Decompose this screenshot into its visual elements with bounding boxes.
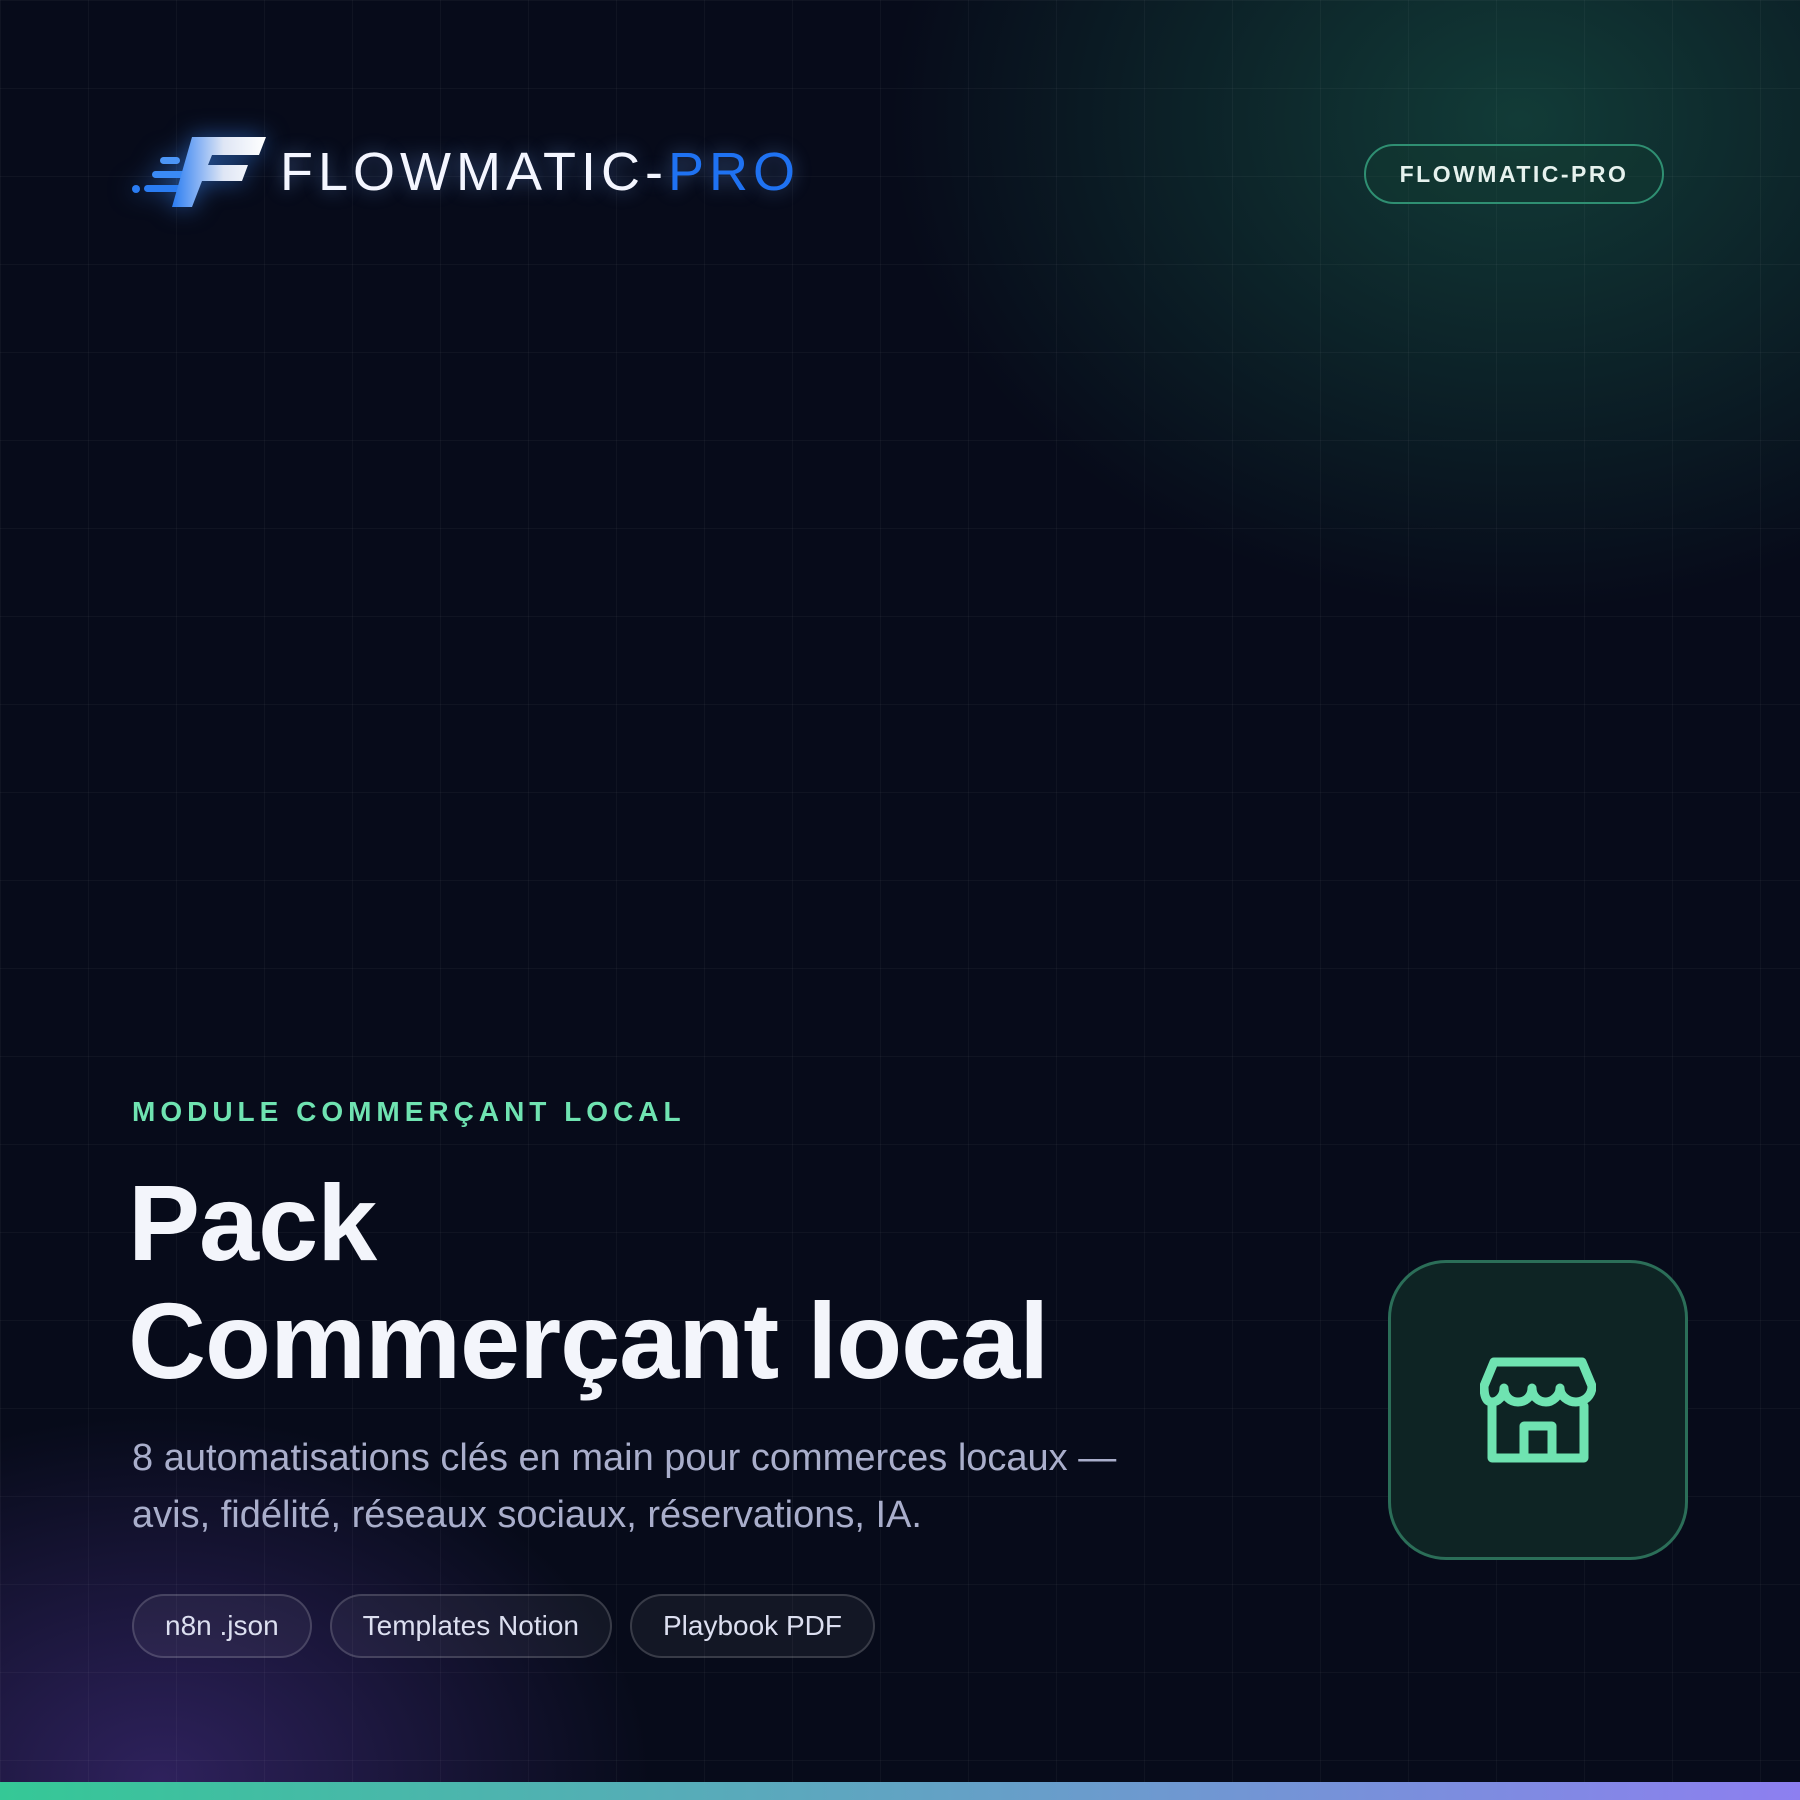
page-title: Pack Commerçant local [128,1162,1049,1401]
module-eyebrow: MODULE COMMERÇANT LOCAL [132,1096,686,1127]
chip-templates-notion: Templates Notion [329,1594,612,1658]
deliverables-chips: n8n .json Templates Notion Playbook PDF [132,1594,875,1658]
storefront-tile [1388,1260,1688,1560]
brand-wordmark-main: FLOWMATIC- [280,142,668,202]
brand-wordmark: FLOWMATIC-PRO [280,141,800,203]
brand-wordmark-accent: PRO [667,142,800,202]
bottom-accent-bar [0,1782,1800,1800]
chip-playbook-pdf: Playbook PDF [629,1594,875,1658]
brand-logo: FLOWMATIC-PRO [130,132,800,212]
brand-badge: FLOWMATIC-PRO [1364,144,1664,204]
hero-subtitle: 8 automatisations clés en main pour comm… [132,1437,1117,1536]
page-title-line-1: Pack [128,1162,377,1283]
storefront-icon [1480,1357,1596,1463]
page-title-line-2: Commerçant local [128,1280,1049,1401]
flowmatic-logo-icon [132,137,266,207]
chip-n8n-json: n8n .json [132,1594,312,1658]
